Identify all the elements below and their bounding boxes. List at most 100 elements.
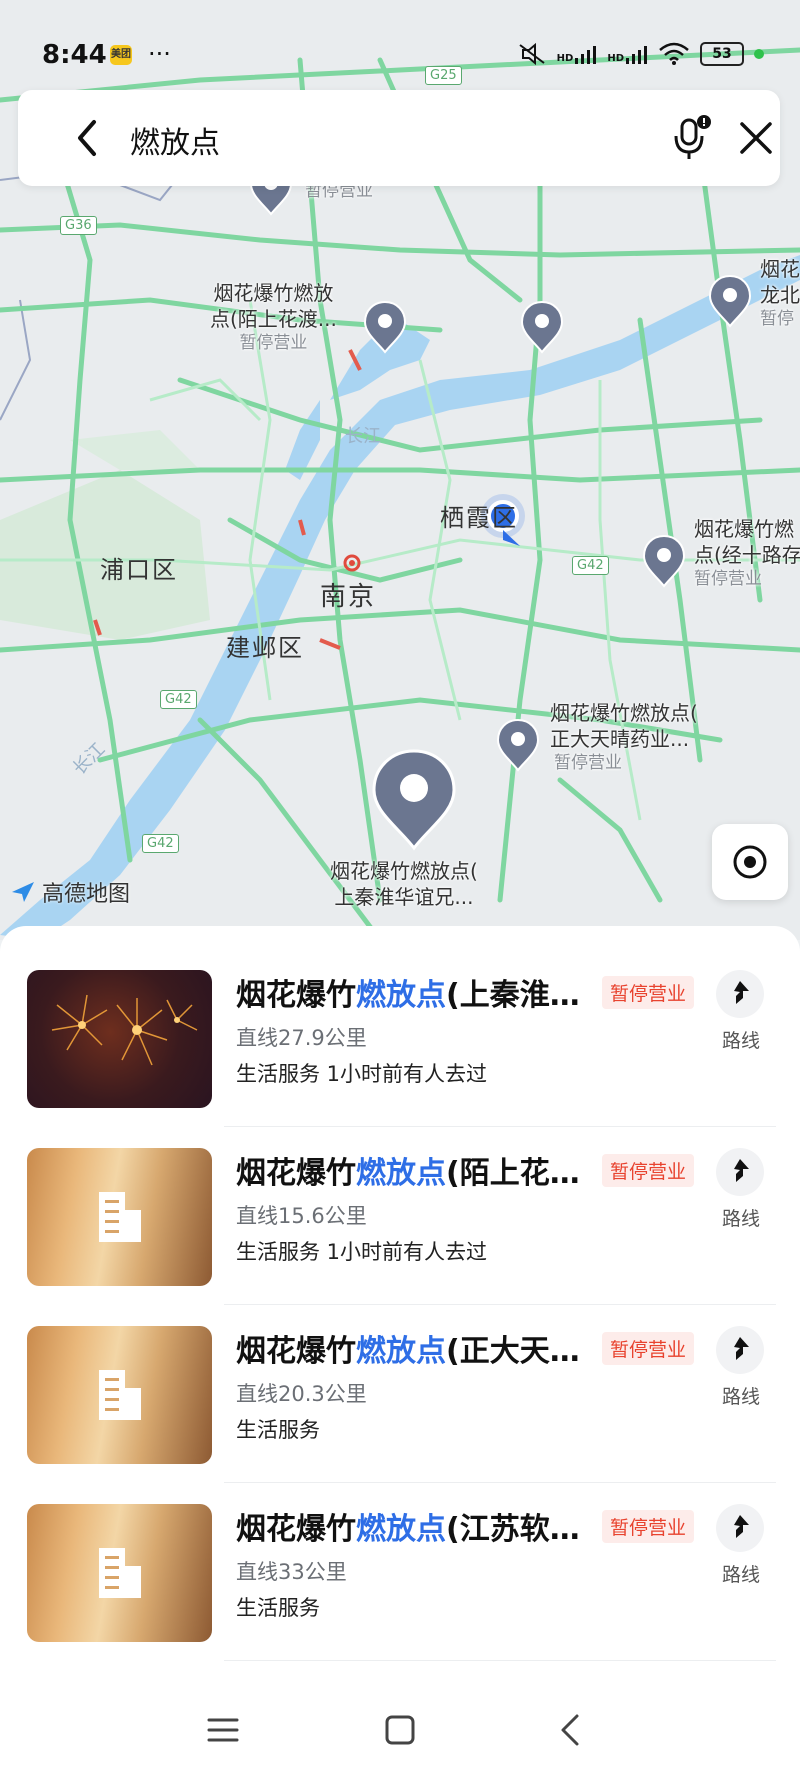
map-pin-icon[interactable] bbox=[641, 534, 687, 588]
meituan-app-icon: 美团 bbox=[110, 45, 132, 65]
result-distance: 直线15.6公里 bbox=[236, 1204, 367, 1228]
signal-icon-2: HD bbox=[607, 44, 648, 64]
search-input[interactable]: 燃放点 bbox=[130, 118, 220, 162]
result-title-highlight: 燃放点 bbox=[356, 1334, 446, 1369]
map-poi-selected[interactable]: 烟花爆竹燃放点( 上秦淮华谊兄... bbox=[330, 858, 478, 910]
map-pin-icon[interactable] bbox=[519, 300, 565, 354]
poi-name-line2: 龙北 bbox=[760, 283, 800, 307]
route-label[interactable]: 路线 bbox=[722, 1026, 760, 1053]
map-poi[interactable]: 烟花 龙北 暂停 bbox=[760, 256, 800, 330]
result-title-prefix: 烟花爆竹 bbox=[236, 1512, 356, 1547]
result-meta: 生活服务 1小时前有人去过 bbox=[236, 1240, 488, 1264]
result-item[interactable]: 烟花爆竹燃放点(陌上花… 暂停营业 直线15.6公里 生活服务 1小时前有人去过… bbox=[0, 1104, 800, 1286]
status-badge: 暂停营业 bbox=[602, 1332, 695, 1365]
status-bar: 8:44 美团 ··· HD HD 53 bbox=[0, 0, 800, 90]
district-label-qixia: 栖霞区 bbox=[440, 504, 518, 532]
charging-dot-icon bbox=[754, 49, 764, 59]
map-pin-icon[interactable] bbox=[495, 718, 541, 772]
result-meta: 生活服务 1小时前有人去过 bbox=[236, 1062, 488, 1086]
result-meta: 生活服务 bbox=[236, 1596, 320, 1620]
menu-icon[interactable] bbox=[201, 1708, 245, 1752]
status-icons: HD HD 53 bbox=[517, 42, 764, 66]
poi-status: 暂停营业 bbox=[239, 333, 308, 353]
chevron-left-icon[interactable] bbox=[68, 116, 108, 160]
poi-name: 烟花爆竹燃 bbox=[694, 517, 794, 541]
status-badge: 暂停营业 bbox=[602, 976, 695, 1009]
result-thumbnail bbox=[27, 1326, 212, 1464]
route-arrow-icon bbox=[734, 1515, 749, 1538]
target-icon bbox=[733, 845, 767, 879]
close-icon[interactable] bbox=[734, 116, 778, 160]
result-title-highlight: 燃放点 bbox=[356, 1512, 446, 1547]
locate-button[interactable] bbox=[712, 824, 788, 900]
poi-status: 暂停 bbox=[760, 309, 794, 329]
mute-icon bbox=[519, 42, 545, 66]
poi-status: 暂停营业 bbox=[694, 569, 762, 589]
city-label-nanjing: 南京 bbox=[320, 582, 377, 612]
signal-hd-label: HD bbox=[556, 53, 574, 64]
building-placeholder-icon bbox=[99, 1192, 141, 1242]
map-pin-icon[interactable] bbox=[362, 300, 408, 354]
result-title-highlight: 燃放点 bbox=[356, 978, 446, 1013]
signal-hd-label: HD bbox=[607, 53, 624, 64]
route-label[interactable]: 路线 bbox=[722, 1560, 760, 1587]
result-item[interactable]: 烟花爆竹燃放点(江苏软… 暂停营业 直线33公里 生活服务 路线 bbox=[0, 1460, 800, 1642]
back-icon[interactable] bbox=[549, 1708, 593, 1752]
result-thumbnail bbox=[27, 1504, 212, 1642]
highway-badge: G42 bbox=[572, 556, 609, 575]
poi-name-line2: 点(经十路存 bbox=[694, 543, 800, 567]
result-distance: 直线33公里 bbox=[236, 1560, 347, 1584]
result-title[interactable]: 烟花爆竹燃放点(上秦淮… bbox=[236, 970, 580, 1014]
poi-name: 烟花爆竹燃放点( bbox=[330, 859, 478, 883]
result-item[interactable]: 烟花爆竹燃放点(上秦淮… 暂停营业 直线27.9公里 生活服务 1小时前有人去过… bbox=[0, 926, 800, 1108]
route-button[interactable] bbox=[716, 970, 764, 1018]
route-arrow-icon bbox=[734, 1159, 749, 1182]
map-poi[interactable]: 烟花爆竹燃 点(经十路存 暂停营业 bbox=[694, 516, 800, 590]
result-title-suffix: (正大天… bbox=[446, 1334, 580, 1369]
result-thumbnail bbox=[27, 1148, 212, 1286]
route-button[interactable] bbox=[716, 1504, 764, 1552]
highway-badge: G42 bbox=[160, 690, 197, 709]
poi-name: 烟花 bbox=[760, 257, 800, 281]
status-badge: 暂停营业 bbox=[602, 1154, 695, 1187]
route-arrow-icon bbox=[734, 981, 749, 1004]
poi-name-line2: 点(陌上花渡... bbox=[210, 307, 337, 331]
poi-name-line2: 正大天晴药业... bbox=[550, 727, 690, 751]
status-badge: 暂停营业 bbox=[602, 1510, 695, 1543]
result-title[interactable]: 烟花爆竹燃放点(陌上花… bbox=[236, 1148, 580, 1192]
result-title-suffix: (江苏软… bbox=[446, 1512, 580, 1547]
map-pin-selected-icon[interactable] bbox=[369, 748, 459, 852]
route-label[interactable]: 路线 bbox=[722, 1382, 760, 1409]
building-placeholder-icon bbox=[99, 1370, 141, 1420]
route-label[interactable]: 路线 bbox=[722, 1204, 760, 1231]
search-bar: 燃放点 bbox=[18, 90, 780, 186]
wifi-icon bbox=[659, 42, 689, 65]
poi-name: 烟花爆竹燃放 bbox=[213, 281, 334, 305]
brand-logo: 高德地图 bbox=[10, 876, 130, 908]
battery-indicator: 53 bbox=[700, 42, 744, 66]
result-title-highlight: 燃放点 bbox=[356, 1156, 446, 1191]
result-title-suffix: (陌上花… bbox=[446, 1156, 580, 1191]
result-title-prefix: 烟花爆竹 bbox=[236, 1334, 356, 1369]
highway-badge: G36 bbox=[60, 216, 97, 235]
result-title-prefix: 烟花爆竹 bbox=[236, 978, 356, 1013]
microphone-icon[interactable] bbox=[670, 114, 714, 162]
result-title[interactable]: 烟花爆竹燃放点(江苏软… bbox=[236, 1504, 580, 1548]
more-notifications-icon: ··· bbox=[148, 40, 171, 68]
map-poi[interactable]: 烟花爆竹燃放 点(陌上花渡... 暂停营业 bbox=[210, 280, 337, 354]
result-item[interactable]: 烟花爆竹燃放点(正大天… 暂停营业 直线20.3公里 生活服务 路线 bbox=[0, 1282, 800, 1464]
fireworks-image bbox=[51, 994, 198, 1066]
map-pin-icon[interactable] bbox=[707, 274, 753, 328]
result-title[interactable]: 烟花爆竹燃放点(正大天… bbox=[236, 1326, 580, 1370]
map-poi[interactable]: 烟花爆竹燃放点( 正大天晴药业... 暂停营业 bbox=[550, 700, 698, 774]
result-title-suffix: (上秦淮… bbox=[446, 978, 580, 1013]
route-button[interactable] bbox=[716, 1326, 764, 1374]
route-button[interactable] bbox=[716, 1148, 764, 1196]
result-distance: 直线27.9公里 bbox=[236, 1026, 367, 1050]
result-meta: 生活服务 bbox=[236, 1418, 320, 1442]
home-icon[interactable] bbox=[378, 1708, 422, 1752]
status-time: 8:44 bbox=[42, 40, 107, 70]
district-label-pukou: 浦口区 bbox=[100, 556, 178, 584]
river-label-changjiang: 长江 bbox=[345, 426, 381, 447]
divider bbox=[224, 1660, 776, 1661]
